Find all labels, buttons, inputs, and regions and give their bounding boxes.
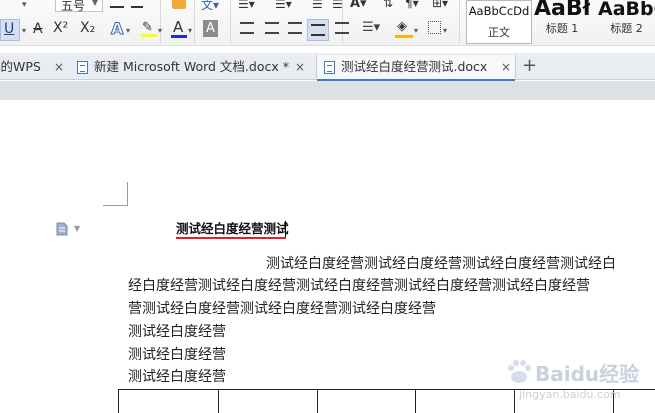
style-heading-1-sample: AaBł [534,0,590,21]
style-heading-1-label: 标题 1 [545,22,579,35]
tab-my-wps[interactable]: 我的WPS × [0,55,70,80]
text-cursor [285,221,286,238]
outdent-icon[interactable]: ☰ [312,0,323,11]
align-right-icon[interactable] [288,22,302,34]
table-borders-icon[interactable] [428,21,441,34]
watermark-url: jingyan.baidu.com [519,388,621,401]
style-normal[interactable]: AaBbCcDd 正文 [466,0,532,44]
body-line-4[interactable]: 测试经白度经营 [128,321,226,343]
shrink-font-icon[interactable] [131,0,143,8]
body-line-3[interactable]: 营测试经白度经营测试经白度经营测试经白度经营 [128,298,436,320]
body-line-1[interactable]: 测试经白度经营测试经白度经营测试经白度经营测试经白 [266,253,616,275]
justify-button[interactable] [307,19,329,41]
grow-font-icon[interactable] [110,0,124,8]
distributed-align-icon[interactable] [335,22,349,34]
underline-dropdown-icon[interactable]: ▾ [22,26,26,35]
font-size-value: 五号 [61,0,86,13]
line-spacing-icon[interactable]: ☰▾ [362,20,380,35]
highlight-dropdown-icon[interactable]: ▾ [158,26,162,35]
borders-icon[interactable]: ⊞▾ [432,0,448,10]
font-size-select[interactable]: 五号 ▼ [55,0,103,13]
change-case-icon[interactable]: A▾ [350,0,367,11]
tab-new-document[interactable]: 新建 Microsoft Word 文档.docx * × [70,55,312,80]
underline-icon: U [4,21,15,37]
document-heading[interactable]: 测试经白度经营测试 [176,221,289,237]
tab-active-document[interactable]: 测试经白度经营测试.docx × [316,55,516,81]
document-icon [77,61,88,74]
format-painter-icon[interactable] [172,0,186,9]
underline-button[interactable]: U [0,19,20,41]
close-icon[interactable]: × [54,55,64,79]
font-color-dropdown-icon[interactable]: ▾ [188,26,192,35]
text-effect-dropdown-icon[interactable]: ▾ [126,26,130,35]
close-icon[interactable]: × [501,55,511,79]
style-normal-label: 正文 [488,26,510,39]
tab-label: 测试经白度经营测试.docx [341,59,488,74]
ribbon-toolbar: ▾ 五号 ▼ 文▾ ☰▾ ☰▾ ☰ ☰ A▾ ⇅ ¶▾ ⊞▾ U ▾ A X² … [0,0,655,46]
phonetic-icon[interactable]: 文▾ [201,0,219,13]
document-icon [324,61,335,74]
subscript-button[interactable]: X₂ [80,20,95,36]
baidu-paw-icon [508,360,531,383]
style-heading-2-sample: AaBbC [598,0,655,20]
char-shading-icon[interactable]: A [203,20,218,37]
chevron-down-icon: ▼ [91,0,98,7]
sort-icon[interactable]: ⇅ [383,0,393,10]
superscript-button[interactable]: X² [53,20,68,36]
table-column-border [317,390,318,413]
style-heading-2[interactable]: AaBbC 标题 2 [598,0,655,44]
shading-dropdown-icon[interactable]: ▾ [414,26,418,35]
bullet-list-icon[interactable]: ☰▾ [238,0,255,11]
body-line-6[interactable]: 测试经白度经营 [128,366,226,388]
new-tab-button[interactable]: + [522,54,537,78]
paragraph-handle-icon[interactable] [56,222,68,236]
margin-corner-mark [103,182,128,206]
page-gap [0,81,655,101]
align-center-icon[interactable] [265,22,279,34]
style-heading-1[interactable]: AaBł 标题 1 [534,0,590,44]
body-line-2[interactable]: 经白度经营测试经白度经营测试经白度经营测试经白度经营测试经白度经营 [128,275,590,297]
align-left-icon[interactable] [240,22,254,34]
body-line-5[interactable]: 测试经白度经营 [128,344,226,366]
highlight-icon[interactable]: ✎ [141,20,157,37]
table-borders-dropdown-icon[interactable]: ▾ [443,26,447,35]
baidu-jingyan-watermark: Baidu经验 jingyan.baidu.com [505,356,655,413]
paragraph-handle-caret-icon[interactable]: ▼ [74,224,80,233]
show-marks-icon[interactable]: ¶▾ [405,0,419,10]
numbered-list-icon[interactable]: ☰▾ [275,0,292,11]
close-icon[interactable]: × [295,55,305,79]
spellcheck-underline [176,237,286,239]
font-color-icon[interactable]: A [171,18,187,38]
watermark-brand: Baidu经验 [535,362,640,386]
text-effect-icon[interactable]: A [110,19,123,39]
style-heading-2-label: 标题 2 [610,22,643,35]
style-normal-sample: AaBbCcDd [468,4,530,18]
document-tab-bar: 我的WPS × 新建 Microsoft Word 文档.docx * × 测试… [0,53,655,81]
table-column-border [415,390,416,413]
shading-fill-icon[interactable]: ◈ [395,19,413,38]
tab-label: 我的WPS [0,59,41,74]
strikethrough-icon[interactable]: A [33,21,43,37]
tab-label: 新建 Microsoft Word 文档.docx * [94,59,289,74]
justify-icon [311,24,325,36]
table-column-border [218,390,219,413]
dropdown-caret-icon[interactable]: ▾ [22,0,27,12]
